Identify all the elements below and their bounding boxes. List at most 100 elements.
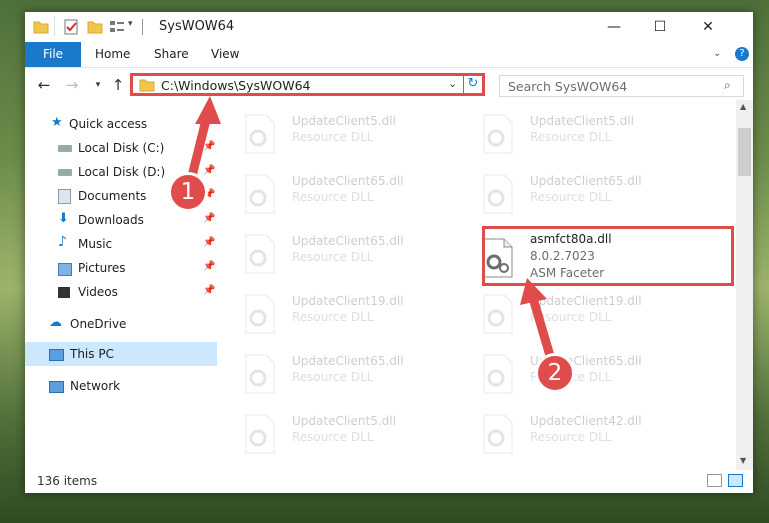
tab-view[interactable]: View: [211, 42, 239, 67]
file-item[interactable]: UpdateClient65.dll Resource DLL: [220, 228, 450, 284]
tab-file[interactable]: File: [25, 42, 81, 67]
dll-file-icon: [483, 114, 513, 154]
file-item[interactable]: UpdateClient42.dll Resource DLL: [458, 408, 688, 464]
callout-2: 2: [535, 353, 575, 393]
sidebar-item-label: OneDrive: [70, 317, 127, 331]
cloud-icon: ☁: [49, 315, 62, 330]
music-icon: ♪: [58, 234, 67, 250]
file-type: Resource DLL: [292, 130, 374, 144]
file-type: Resource DLL: [530, 310, 612, 324]
sidebar-item-music[interactable]: ♪ Music 📌: [25, 232, 217, 256]
file-type: Resource DLL: [292, 310, 374, 324]
pin-icon: 📌: [203, 165, 216, 176]
dll-file-icon: [245, 414, 275, 454]
refresh-button[interactable]: ↻: [463, 73, 485, 96]
vertical-scrollbar[interactable]: ▲ ▼: [736, 100, 753, 470]
view-options-icon[interactable]: [109, 19, 125, 35]
sidebar-item-videos[interactable]: Videos 📌: [25, 280, 217, 304]
scroll-up-icon[interactable]: ▲: [740, 102, 746, 111]
back-button[interactable]: ←: [35, 75, 53, 95]
file-item[interactable]: UpdateClient5.dll Resource DLL: [220, 108, 450, 164]
dll-file-icon: [483, 174, 513, 214]
file-name: UpdateClient5.dll: [292, 414, 396, 428]
file-type: Resource DLL: [530, 190, 612, 204]
expand-ribbon-icon[interactable]: ⌄: [713, 48, 721, 59]
file-item[interactable]: UpdateClient65.dll Resource DLL: [220, 348, 450, 404]
pin-icon: 📌: [203, 261, 216, 272]
file-item[interactable]: UpdateClient65.dll Resource DLL: [458, 168, 688, 224]
file-item[interactable]: UpdateClient19.dll Resource DLL: [220, 288, 450, 344]
details-view-icon[interactable]: [707, 474, 722, 487]
file-item[interactable]: UpdateClient5.dll Resource DLL: [220, 408, 450, 464]
navigation-pane: ★ Quick access Local Disk (C:) 📌 Local D…: [25, 108, 217, 468]
address-history-icon[interactable]: ⌄: [448, 77, 457, 90]
scrollbar-thumb[interactable]: [738, 128, 751, 176]
search-icon[interactable]: ⌕: [724, 78, 731, 93]
dll-file-icon: [245, 114, 275, 154]
forward-button[interactable]: →: [63, 75, 81, 95]
file-item[interactable]: UpdateClient19.dll Resource DLL: [458, 288, 688, 344]
sidebar-item-label: Quick access: [69, 117, 148, 131]
dll-file-icon: [483, 294, 513, 334]
close-button[interactable]: ✕: [683, 12, 733, 42]
drive-icon: [58, 169, 72, 176]
sidebar-item-local-disk-c[interactable]: Local Disk (C:) 📌: [25, 136, 217, 160]
dll-file-icon: [483, 354, 513, 394]
highlight-box: [482, 226, 734, 286]
dll-file-icon: [245, 354, 275, 394]
download-icon: ⬇: [58, 211, 69, 226]
pin-icon: 📌: [203, 237, 216, 248]
recent-locations-button[interactable]: ▾: [89, 75, 107, 95]
up-button[interactable]: ↑: [109, 75, 127, 95]
navigation-bar: ← → ▾ ↑ C:\Windows\SysWOW64 ⌄ ↻ Search S…: [25, 70, 753, 100]
sidebar-item-label: Music: [78, 237, 113, 251]
pin-icon: 📌: [203, 141, 216, 152]
drive-icon: [58, 145, 72, 152]
file-name: UpdateClient65.dll: [292, 174, 404, 188]
customize-toolbar-icon[interactable]: ▾: [128, 19, 133, 29]
file-name: UpdateClient65.dll: [292, 354, 404, 368]
star-icon: ★: [51, 115, 63, 130]
maximize-button[interactable]: ☐: [637, 12, 683, 42]
folder-icon: [33, 21, 49, 34]
sidebar-item-quick-access[interactable]: ★ Quick access: [25, 112, 217, 136]
sidebar-item-this-pc[interactable]: This PC: [25, 342, 217, 366]
large-icons-view-icon[interactable]: [728, 474, 743, 487]
sidebar-item-label: Videos: [78, 285, 118, 299]
sidebar-item-label: Documents: [78, 189, 147, 203]
dll-file-icon: [245, 294, 275, 334]
file-list: UpdateClient5.dll Resource DLL UpdateCli…: [220, 108, 736, 468]
file-name: UpdateClient65.dll: [292, 234, 404, 248]
properties-icon[interactable]: [63, 19, 79, 35]
tab-home[interactable]: Home: [95, 42, 130, 67]
sidebar-item-label: Pictures: [78, 261, 126, 275]
dll-file-icon: [483, 414, 513, 454]
scroll-down-icon[interactable]: ▼: [740, 456, 746, 465]
sidebar-item-pictures[interactable]: Pictures 📌: [25, 256, 217, 280]
sidebar-item-label: This PC: [70, 347, 114, 361]
help-icon[interactable]: ?: [735, 47, 749, 61]
pin-icon: 📌: [203, 285, 216, 296]
new-folder-icon[interactable]: [87, 19, 103, 35]
file-type: Resource DLL: [292, 370, 374, 384]
file-item[interactable]: UpdateClient65.dll Resource DLL: [220, 168, 450, 224]
file-type: Resource DLL: [292, 250, 374, 264]
item-count: 136 items: [37, 474, 98, 488]
sidebar-item-label: Local Disk (C:): [78, 141, 165, 155]
sidebar-item-network[interactable]: Network: [25, 374, 217, 398]
status-bar: 136 items: [25, 470, 753, 493]
sidebar-item-onedrive[interactable]: ☁ OneDrive: [25, 312, 217, 336]
documents-icon: [58, 189, 71, 204]
address-bar[interactable]: C:\Windows\SysWOW64 ⌄: [130, 73, 485, 96]
search-box[interactable]: Search SysWOW64 ⌕: [499, 75, 744, 97]
dll-file-icon: [245, 234, 275, 274]
tab-share[interactable]: Share: [154, 42, 189, 67]
minimize-button[interactable]: —: [591, 12, 637, 42]
ribbon-tabs: File Home Share View ⌄ ?: [25, 42, 753, 68]
window-title: SysWOW64: [159, 19, 235, 34]
file-item[interactable]: UpdateClient5.dll Resource DLL: [458, 108, 688, 164]
file-type: Resource DLL: [530, 430, 612, 444]
sidebar-item-label: Network: [70, 379, 121, 393]
search-input[interactable]: Search SysWOW64: [508, 79, 627, 94]
file-name: UpdateClient65.dll: [530, 174, 642, 188]
